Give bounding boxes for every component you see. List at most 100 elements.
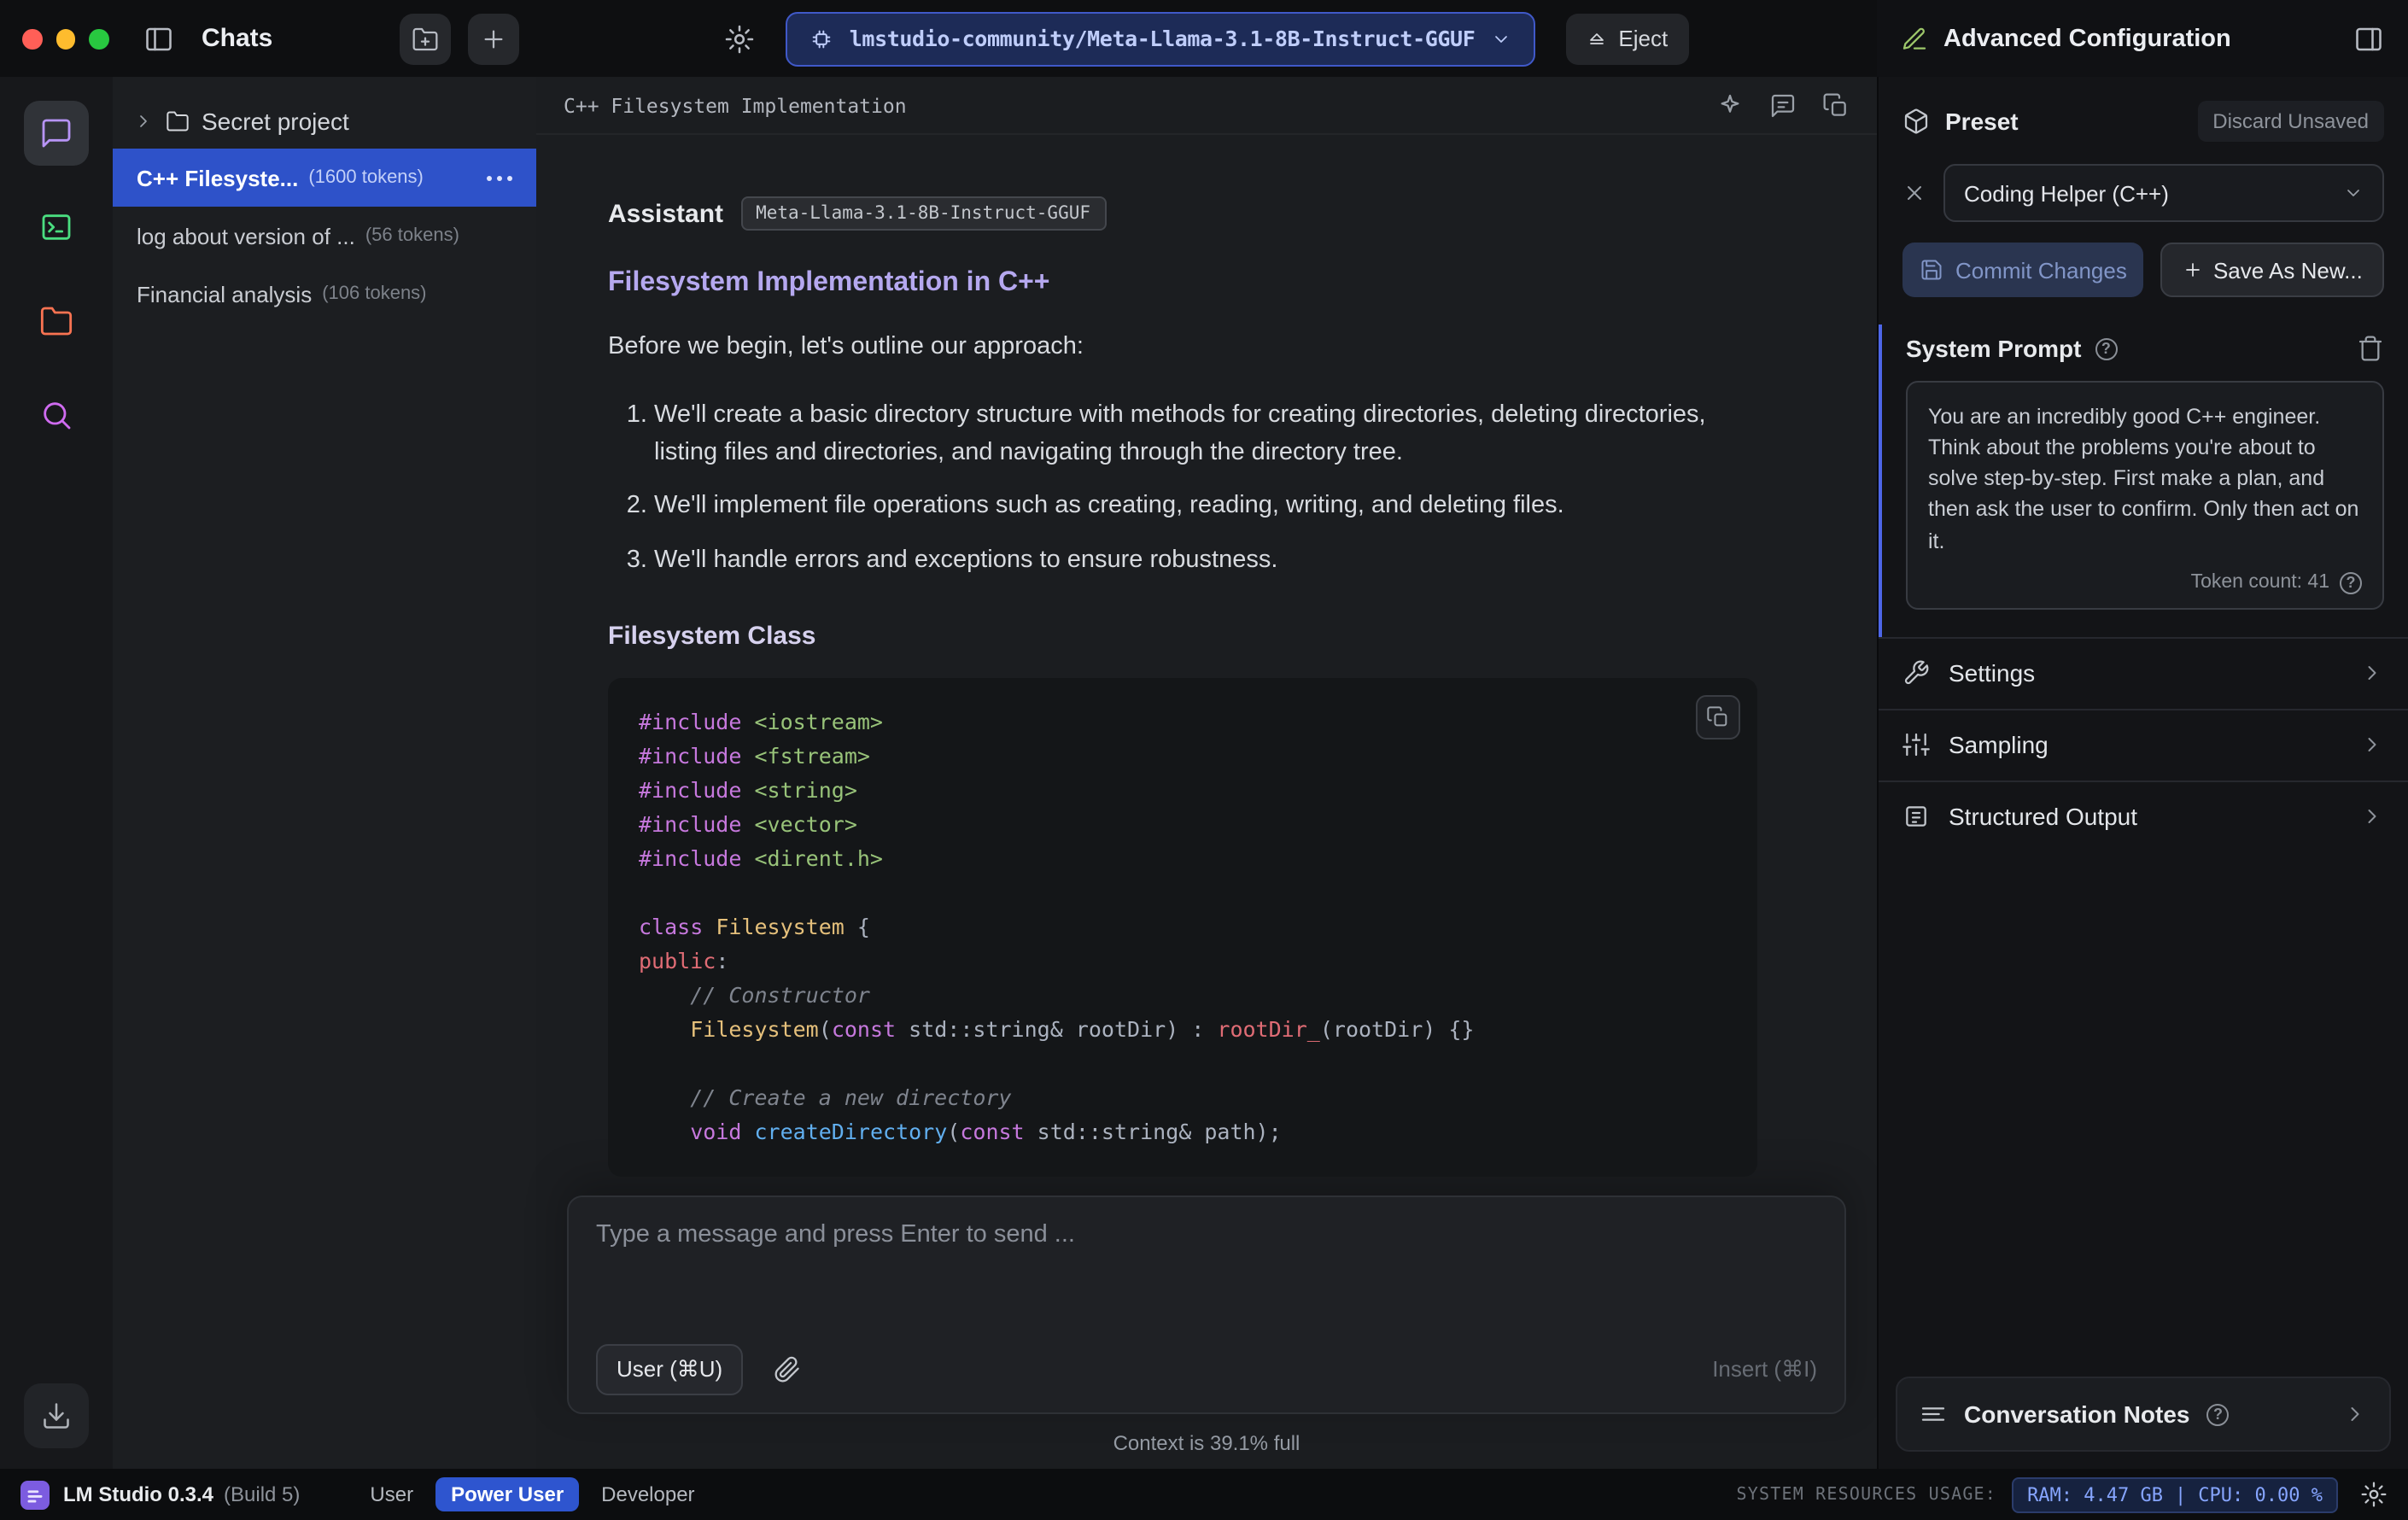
download-icon [44, 1403, 69, 1429]
conversation-notes-row[interactable]: Conversation Notes ? [1896, 1377, 2391, 1452]
app-version: LM Studio 0.3.4 [63, 1482, 214, 1506]
duplicate-icon[interactable] [1822, 91, 1850, 119]
preset-dropdown[interactable]: Coding Helper (C++) [1943, 164, 2384, 222]
token-count: Token count: 41 [2190, 572, 2329, 593]
new-chat-button[interactable] [468, 13, 519, 64]
help-icon[interactable]: ? [2206, 1403, 2230, 1425]
panel-right-icon[interactable] [2353, 23, 2384, 54]
eject-icon [1589, 32, 1604, 44]
config-panel-header: Advanced Configuration [1877, 0, 2408, 77]
eject-model-button[interactable]: Eject [1565, 13, 1689, 64]
config-panel-title: Advanced Configuration [1943, 25, 2231, 52]
save-icon [1921, 260, 1942, 280]
code-block: #include <iostream> #include <fstream> #in… [608, 677, 1757, 1177]
chat-item-tokens: (56 tokens) [365, 225, 459, 246]
mode-user[interactable]: User [354, 1477, 429, 1511]
message-input-box[interactable]: Type a message and press Enter to send .… [567, 1196, 1846, 1414]
folder-secret-project[interactable]: Secret project [113, 94, 536, 149]
system-prompt-text: You are an incredibly good C++ engineer.… [1928, 405, 2359, 552]
preset-dropdown-value: Coding Helper (C++) [1964, 180, 2169, 206]
section-label: Structured Output [1949, 803, 2138, 831]
chat-bubble-icon [42, 119, 71, 148]
chat-list-item[interactable]: C++ Filesyste... (1600 tokens) [113, 149, 536, 207]
zoom-button[interactable] [89, 28, 110, 49]
preset-actions: Commit Changes Save As New... [1879, 243, 2408, 297]
model-settings-gear-icon[interactable] [725, 23, 756, 54]
title-bar: Chats lmstudio-community/Meta-Llama-3.1-… [0, 0, 2408, 77]
token-count-row: Token count: 41 ? [1928, 571, 2362, 594]
chevron-right-icon [2351, 1407, 2359, 1421]
new-folder-button[interactable] [400, 13, 451, 64]
wrench-icon [1902, 659, 1930, 687]
section-sampling[interactable]: Sampling [1879, 708, 2408, 780]
section-structured-output[interactable]: Structured Output [1879, 780, 2408, 851]
folder-icon [40, 307, 73, 336]
chip-icon [813, 29, 832, 48]
system-prompt-section: System Prompt ? You are an incredibly go… [1879, 324, 2408, 637]
section-label: Sampling [1949, 731, 2049, 759]
folder-icon [167, 111, 189, 132]
discard-unsaved-button[interactable]: Discard Unsaved [2197, 101, 2384, 142]
chat-item-label: C++ Filesyste... [137, 165, 299, 190]
ellipsis-icon[interactable] [487, 175, 512, 180]
message-paragraph: Before we begin, let's outline our appro… [608, 333, 1084, 360]
structured-output-icon [1902, 803, 1930, 830]
save-as-new-button[interactable]: Save As New... [2160, 243, 2384, 297]
attach-file-button[interactable] [763, 1346, 811, 1394]
cpu-usage: CPU: 0.00 % [2198, 1483, 2323, 1505]
help-icon[interactable]: ? [2095, 337, 2118, 360]
title-bar-left: Chats [0, 0, 536, 77]
save-as-new-label: Save As New... [2212, 257, 2363, 283]
assistant-message-header: Assistant Meta-Llama-3.1-8B-Instruct-GGU… [608, 196, 1768, 231]
section-settings[interactable]: Settings [1879, 636, 2408, 708]
pencil-icon [1901, 25, 1928, 52]
message-list-item: We'll create a basic directory structure… [654, 398, 1768, 472]
nav-chat-button[interactable] [24, 101, 89, 166]
chats-sidebar: Secret project C++ Filesyste... (1600 to… [113, 77, 536, 1469]
minimize-button[interactable] [56, 28, 76, 49]
trash-icon[interactable] [2357, 335, 2384, 362]
message-heading: Filesystem Implementation in C++ [608, 268, 1050, 297]
composer-toolbar: User (⌘U) Insert (⌘I) [596, 1344, 1817, 1395]
message-list-item: We'll handle errors and exceptions to en… [654, 543, 1768, 581]
code-content: #include <iostream> #include <fstream> #in… [639, 708, 1475, 1144]
lmstudio-logo [20, 1480, 50, 1509]
message-input[interactable]: Type a message and press Enter to send .… [596, 1221, 1817, 1344]
copy-icon [1707, 705, 1727, 726]
settings-gear-icon[interactable] [2360, 1481, 2388, 1508]
mode-power-user[interactable]: Power User [435, 1477, 580, 1511]
ram-usage: RAM: 4.47 GB [2027, 1483, 2164, 1505]
conversation-icon[interactable] [1769, 91, 1797, 119]
mode-developer[interactable]: Developer [586, 1477, 710, 1511]
search-icon [44, 402, 71, 430]
app-build: (Build 5) [224, 1482, 301, 1506]
message-composer: Type a message and press Enter to send .… [567, 1196, 1846, 1414]
system-prompt-label: System Prompt [1906, 335, 2082, 362]
role-user-button[interactable]: User (⌘U) [596, 1344, 744, 1395]
nav-my-models-button[interactable] [24, 289, 89, 354]
downloads-button[interactable] [24, 1383, 89, 1448]
model-selector[interactable]: lmstudio-community/Meta-Llama-3.1-8B-Ins… [786, 11, 1535, 66]
panel-left-icon[interactable] [133, 13, 184, 64]
insert-button[interactable]: Insert (⌘I) [1712, 1356, 1817, 1383]
resources-badge[interactable]: RAM: 4.47 GB | CPU: 0.00 % [2012, 1476, 2338, 1512]
sparkle-icon[interactable] [1716, 91, 1744, 119]
nav-developer-button[interactable] [24, 195, 89, 260]
commit-changes-button[interactable]: Commit Changes [1902, 243, 2144, 297]
preset-select-row: Coding Helper (C++) [1879, 164, 2408, 222]
nav-discover-button[interactable] [24, 383, 89, 447]
terminal-icon [42, 214, 71, 240]
copy-code-button[interactable] [1696, 694, 1740, 740]
help-icon[interactable]: ? [2340, 571, 2362, 594]
window-controls [0, 28, 110, 49]
chat-list-item[interactable]: Financial analysis (106 tokens) [113, 265, 536, 323]
system-prompt-editor[interactable]: You are an incredibly good C++ engineer.… [1906, 381, 2384, 610]
close-button[interactable] [22, 28, 43, 49]
chat-transcript: Assistant Meta-Llama-3.1-8B-Instruct-GGU… [536, 135, 1877, 1182]
chat-list-item[interactable]: log about version of ... (56 tokens) [113, 207, 536, 265]
resources-usage-label: SYSTEM RESOURCES USAGE: [1736, 1485, 1997, 1504]
chat-item-tokens: (1600 tokens) [308, 167, 424, 188]
commit-changes-label: Commit Changes [1955, 257, 2127, 283]
system-prompt-header: System Prompt ? [1906, 335, 2384, 362]
close-x-icon[interactable] [1902, 181, 1926, 205]
